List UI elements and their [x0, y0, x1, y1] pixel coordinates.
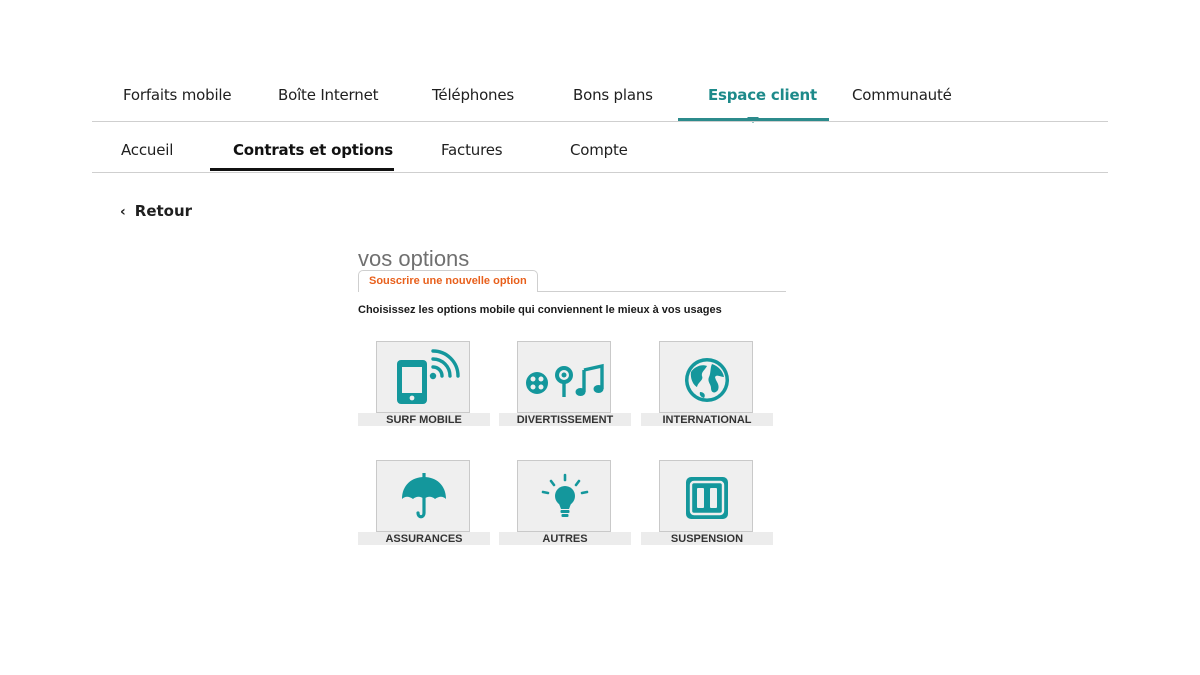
chevron-left-icon: ‹ — [120, 204, 126, 220]
pause-icon — [686, 477, 728, 519]
tile-label: DIVERTISSEMENT — [499, 413, 631, 426]
tile-label: SURF MOBILE — [358, 413, 490, 426]
options-intro: Choisissez les options mobile qui convie… — [358, 304, 722, 316]
option-tile-suspension[interactable]: SUSPENSION — [641, 460, 773, 548]
nav-forfaits-mobile[interactable]: Forfaits mobile — [123, 86, 232, 108]
tile-label: SUSPENSION — [641, 532, 773, 545]
options-title: vos options — [358, 246, 470, 271]
option-tile-divertissement[interactable]: DIVERTISSEMENT — [499, 341, 631, 429]
tile-icon-box — [659, 460, 753, 532]
tab-contrats-et-options[interactable]: Contrats et options — [233, 141, 393, 159]
entertainment-icon — [526, 363, 604, 397]
tab-compte[interactable]: Compte — [570, 141, 628, 159]
option-tile-international[interactable]: INTERNATIONAL — [641, 341, 773, 429]
phone-signal-icon — [397, 349, 460, 404]
tile-label: INTERNATIONAL — [641, 413, 773, 426]
umbrella-icon — [402, 473, 446, 519]
lightbulb-icon — [541, 473, 589, 517]
option-tile-autres[interactable]: AUTRES — [499, 460, 631, 548]
tile-icon-box — [376, 341, 470, 413]
nav-espace-client[interactable]: Espace client — [708, 86, 817, 108]
option-tile-surf-mobile[interactable]: SURF MOBILE — [358, 341, 490, 429]
back-link[interactable]: ‹ Retour — [120, 202, 192, 220]
tab-divider-gap — [359, 290, 537, 292]
nav-bons-plans[interactable]: Bons plans — [573, 86, 653, 108]
tile-icon-box — [517, 460, 611, 532]
tile-label: ASSURANCES — [358, 532, 490, 545]
option-tile-assurances[interactable]: ASSURANCES — [358, 460, 490, 548]
tile-icon-box — [517, 341, 611, 413]
tab-factures[interactable]: Factures — [441, 141, 503, 159]
nav-communaute[interactable]: Communauté — [852, 86, 952, 108]
sub-nav: Accueil Contrats et options Factures Com… — [92, 122, 1108, 173]
nav-telephones[interactable]: Téléphones — [432, 86, 514, 108]
tile-icon-box — [376, 460, 470, 532]
tile-label: AUTRES — [499, 532, 631, 545]
tab-accueil[interactable]: Accueil — [121, 141, 173, 159]
back-label: Retour — [134, 202, 193, 220]
active-tab-underline — [210, 168, 394, 171]
nav-boite-internet[interactable]: Boîte Internet — [278, 86, 378, 108]
globe-icon — [685, 358, 729, 402]
subscribe-option-tab[interactable]: Souscrire une nouvelle option — [358, 270, 538, 291]
sub-nav-divider — [92, 172, 1108, 173]
tile-icon-box — [659, 341, 753, 413]
main-nav: Forfaits mobile Boîte Internet Téléphone… — [92, 0, 1108, 123]
